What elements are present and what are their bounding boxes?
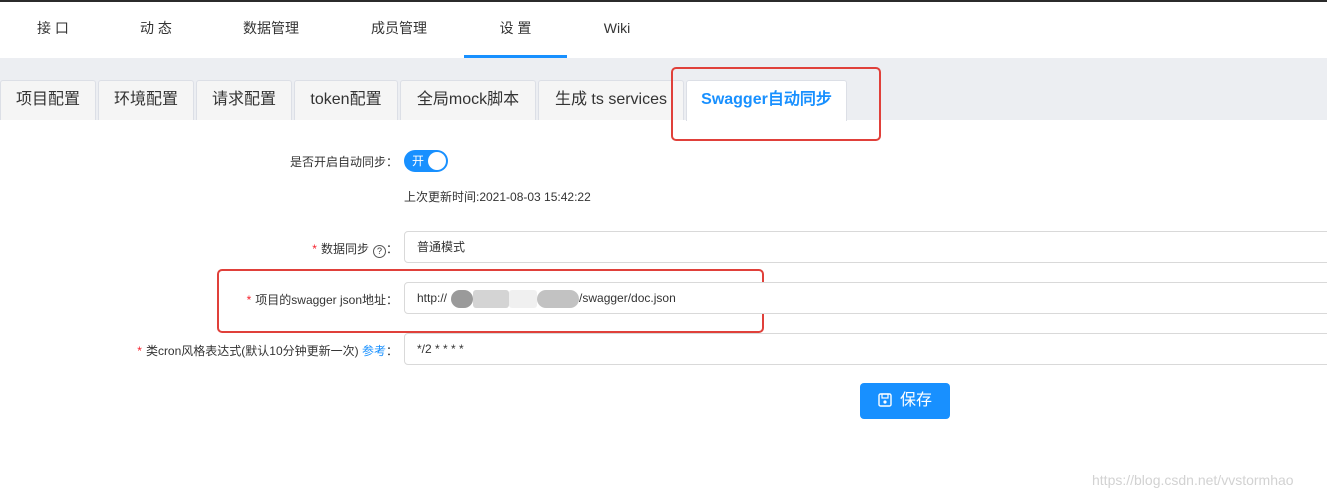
tab-environment-config[interactable]: 环境配置 (98, 80, 194, 120)
sync-mode-label-text: 数据同步 (320, 242, 369, 256)
switch-text: 开 (412, 154, 425, 168)
watermark: https://blog.csdn.net/vvstormhao (1092, 472, 1294, 488)
nav-item-interface[interactable]: 接 口 (14, 2, 92, 58)
cron-label: * 类cron风格表达式(默认10分钟更新一次) 参考： (137, 342, 398, 359)
question-circle-icon[interactable]: ? (372, 245, 386, 258)
highlight-box-swagger-tab (671, 67, 881, 141)
tab-request-config[interactable]: 请求配置 (196, 80, 292, 120)
required-mark: * (246, 293, 252, 307)
swagger-url-suffix: /swagger/doc.json (579, 291, 676, 305)
top-navigation: 接 口 动 态 数据管理 成员管理 设 置 Wiki (0, 2, 1327, 59)
switch-knob (428, 152, 446, 170)
tab-project-config[interactable]: 项目配置 (0, 80, 96, 120)
cron-reference-link[interactable]: 参考 (362, 344, 386, 358)
tab-global-mock-script[interactable]: 全局mock脚本 (400, 80, 536, 120)
redacted-host-blur (537, 289, 580, 308)
auto-sync-switch[interactable]: 开 (404, 150, 448, 172)
save-icon (878, 393, 892, 407)
tab-generate-ts-services[interactable]: 生成 ts services (538, 80, 684, 120)
sync-mode-select[interactable]: 普通模式 (404, 231, 1327, 263)
sync-mode-value: 普通模式 (417, 240, 466, 254)
required-mark: * (312, 242, 317, 256)
last-update-time: 上次更新时间:2021-08-03 15:42:22 (404, 190, 591, 204)
label-colon: ： (385, 344, 398, 358)
nav-item-data-management[interactable]: 数据管理 (232, 2, 310, 58)
swagger-url-prefix: http:// (417, 291, 448, 305)
redacted-host-blur (509, 289, 538, 308)
nav-item-member-management[interactable]: 成员管理 (360, 2, 438, 58)
nav-item-settings[interactable]: 设 置 (464, 2, 567, 58)
swagger-url-label-text: 项目的swagger json地址： (255, 293, 398, 307)
cron-expression-input[interactable]: */2 * * * * (404, 333, 1327, 365)
swagger-url-input[interactable]: http:// /swagger/doc.json (404, 282, 1327, 314)
cron-label-text: 类cron风格表达式(默认10分钟更新一次) (145, 344, 359, 358)
swagger-url-label: * 项目的swagger json地址： (247, 291, 398, 308)
save-button[interactable]: 保存 (860, 383, 950, 419)
save-button-label: 保存 (899, 392, 932, 409)
tab-token-config[interactable]: token配置 (294, 80, 398, 120)
cron-expression-value: */2 * * * * (417, 342, 464, 356)
sync-mode-label: * 数据同步?： (312, 240, 398, 258)
nav-item-wiki[interactable]: Wiki (588, 2, 646, 58)
redacted-host-blur (451, 289, 474, 308)
settings-tab-bar: 项目配置 环境配置 请求配置 token配置 全局mock脚本 生成 ts se… (0, 58, 1327, 121)
auto-sync-label: 是否开启自动同步： (289, 155, 398, 169)
required-mark: * (137, 344, 142, 358)
redacted-host-blur (473, 289, 510, 308)
label-colon: ： (385, 242, 398, 256)
nav-item-activity[interactable]: 动 态 (117, 2, 195, 58)
